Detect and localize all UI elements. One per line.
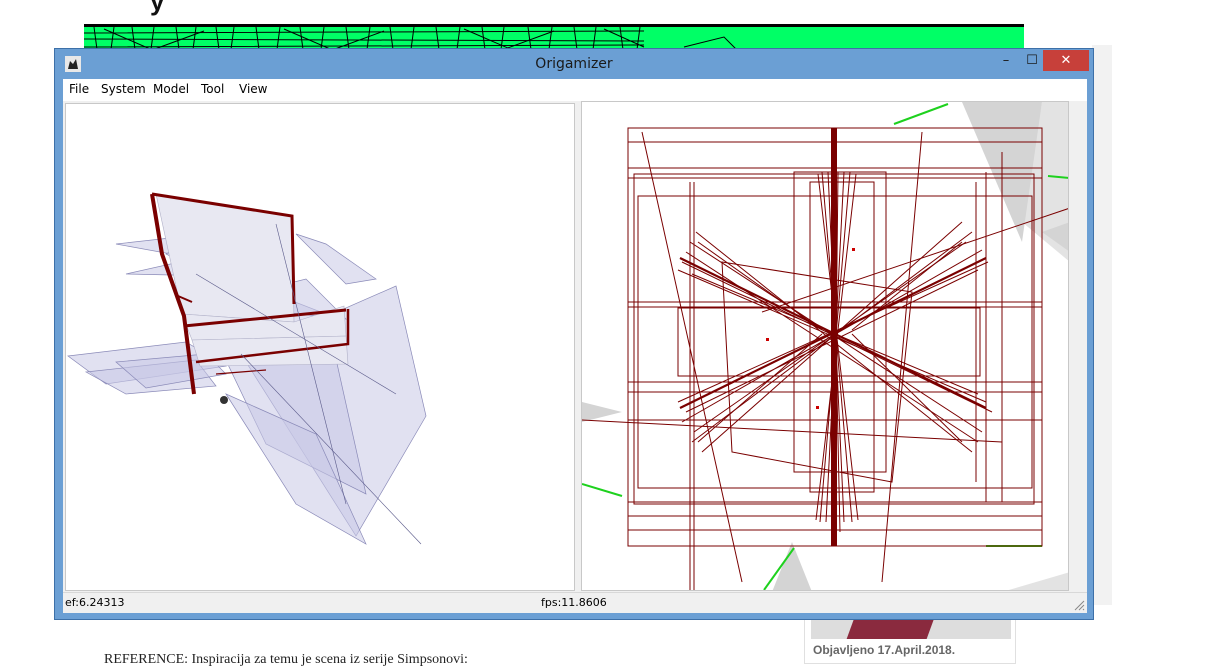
background-heading: y xyxy=(150,0,165,16)
menu-model[interactable]: Model xyxy=(153,82,189,96)
reference-paragraph: REFERENCE: Inspiracija za temu je scena … xyxy=(104,652,468,667)
model-3d-viewport[interactable] xyxy=(65,103,575,591)
ef-readout: ef:6.24313 xyxy=(65,596,125,609)
client-area: File System Model Tool View ef:6.24313 f… xyxy=(63,79,1087,613)
maximize-button[interactable]: ☐ xyxy=(1019,50,1045,71)
menu-view[interactable]: View xyxy=(239,82,267,96)
menu-tool[interactable]: Tool xyxy=(201,82,224,96)
screen: y Objavljeno 17.April.2018. REFERENCE: I… xyxy=(0,0,1215,667)
close-button[interactable]: ✕ xyxy=(1043,50,1089,71)
minimize-button[interactable]: – xyxy=(993,50,1019,71)
fps-readout: fps:11.8606 xyxy=(541,596,607,609)
menu-file[interactable]: File xyxy=(69,82,89,96)
menu-bar: File System Model Tool View xyxy=(63,79,1087,101)
window-title: Origamizer xyxy=(535,56,613,72)
resize-grip-icon[interactable] xyxy=(1073,599,1085,611)
menu-system[interactable]: System xyxy=(101,82,146,96)
origamizer-window: Origamizer – ☐ ✕ File System Model Tool … xyxy=(54,48,1094,620)
sidebar-date: Objavljeno 17.April.2018. xyxy=(813,643,956,657)
title-bar[interactable]: Origamizer – ☐ ✕ xyxy=(55,49,1093,79)
background-panel xyxy=(1092,45,1112,605)
crease-pattern-viewport[interactable] xyxy=(581,101,1069,591)
status-bar: ef:6.24313 fps:11.8606 xyxy=(63,592,1087,613)
